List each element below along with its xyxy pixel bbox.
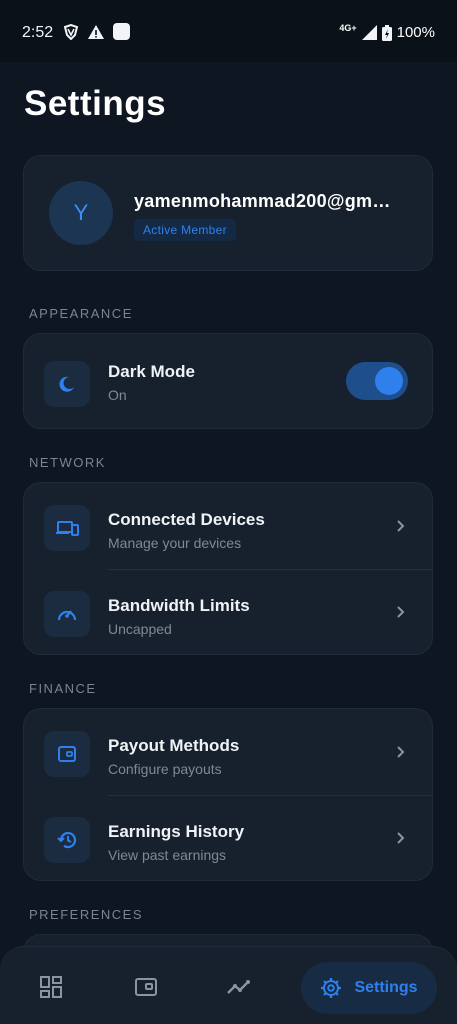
moon-icon-box xyxy=(44,361,90,407)
section-label-appearance: APPEARANCE xyxy=(29,306,133,321)
nav-wallet[interactable] xyxy=(124,963,168,1011)
nav-analytics[interactable] xyxy=(218,963,262,1011)
nav-dashboard[interactable] xyxy=(29,963,73,1011)
status-bar: 2:52 4G+ 100% xyxy=(0,0,457,62)
chevron-right-icon xyxy=(397,832,405,844)
history-icon-box xyxy=(44,817,90,863)
signal-icon xyxy=(361,25,377,40)
chevron-right-icon xyxy=(397,606,405,618)
earnings-history-subtitle: View past earnings xyxy=(108,847,227,863)
payout-methods-row[interactable]: Payout Methods Configure payouts xyxy=(24,709,432,795)
profile-card[interactable]: Y yamenmohammad200@gm… Active Member xyxy=(23,155,433,271)
app-notification-icon xyxy=(113,23,130,40)
bandwidth-limits-row[interactable]: Bandwidth Limits Uncapped xyxy=(24,569,432,655)
bandwidth-limits-title: Bandwidth Limits xyxy=(108,596,250,615)
speedometer-icon xyxy=(57,610,77,621)
trending-icon xyxy=(227,980,250,994)
battery-level: 100% xyxy=(396,24,435,41)
finance-card: Payout Methods Configure payouts Earning… xyxy=(23,708,433,881)
status-time: 2:52 xyxy=(22,24,54,41)
section-label-preferences: PREFERENCES xyxy=(29,907,144,922)
bandwidth-limits-subtitle: Uncapped xyxy=(108,621,172,637)
connected-devices-row[interactable]: Connected Devices Manage your devices xyxy=(24,483,432,569)
network-card: Connected Devices Manage your devices Ba… xyxy=(23,482,433,655)
dark-mode-subtitle: On xyxy=(108,387,127,403)
warning-icon xyxy=(88,24,104,39)
earnings-history-title: Earnings History xyxy=(108,822,245,841)
chevron-right-icon xyxy=(397,520,405,532)
devices-icon-box xyxy=(44,505,90,551)
section-label-finance: FINANCE xyxy=(29,681,97,696)
connected-devices-subtitle: Manage your devices xyxy=(108,535,242,551)
dashboard-icon xyxy=(40,976,62,998)
avatar: Y xyxy=(49,181,113,245)
gear-icon xyxy=(321,978,342,998)
wallet-icon-box xyxy=(44,731,90,777)
status-badge: Active Member xyxy=(134,219,236,241)
connected-devices-title: Connected Devices xyxy=(108,510,265,529)
nav-settings-label: Settings xyxy=(354,979,418,996)
dark-mode-row[interactable]: Dark Mode On xyxy=(24,339,432,425)
chevron-right-icon xyxy=(397,746,405,758)
network-type: 4G+ xyxy=(339,23,357,33)
earnings-history-row[interactable]: Earnings History View past earnings xyxy=(24,795,432,881)
profile-email: yamenmohammad200@gm… xyxy=(134,191,391,211)
payout-methods-title: Payout Methods xyxy=(108,736,240,755)
wallet-icon xyxy=(135,978,157,996)
moon-icon xyxy=(59,376,74,392)
appearance-card: Dark Mode On xyxy=(23,333,433,429)
vpn-shield-icon xyxy=(63,23,79,40)
payout-methods-subtitle: Configure payouts xyxy=(108,761,222,777)
speedometer-icon-box xyxy=(44,591,90,637)
page-title: Settings xyxy=(24,84,167,123)
devices-icon xyxy=(56,521,79,536)
dark-mode-toggle[interactable] xyxy=(346,362,408,400)
battery-charging-icon xyxy=(381,24,392,41)
bottom-navigation: Settings xyxy=(0,946,457,1024)
section-label-network: NETWORK xyxy=(29,455,106,470)
wallet-icon xyxy=(58,746,76,762)
dark-mode-title: Dark Mode xyxy=(108,362,195,381)
nav-settings[interactable]: Settings xyxy=(301,962,437,1014)
history-icon xyxy=(57,831,77,849)
toggle-knob xyxy=(375,367,403,395)
